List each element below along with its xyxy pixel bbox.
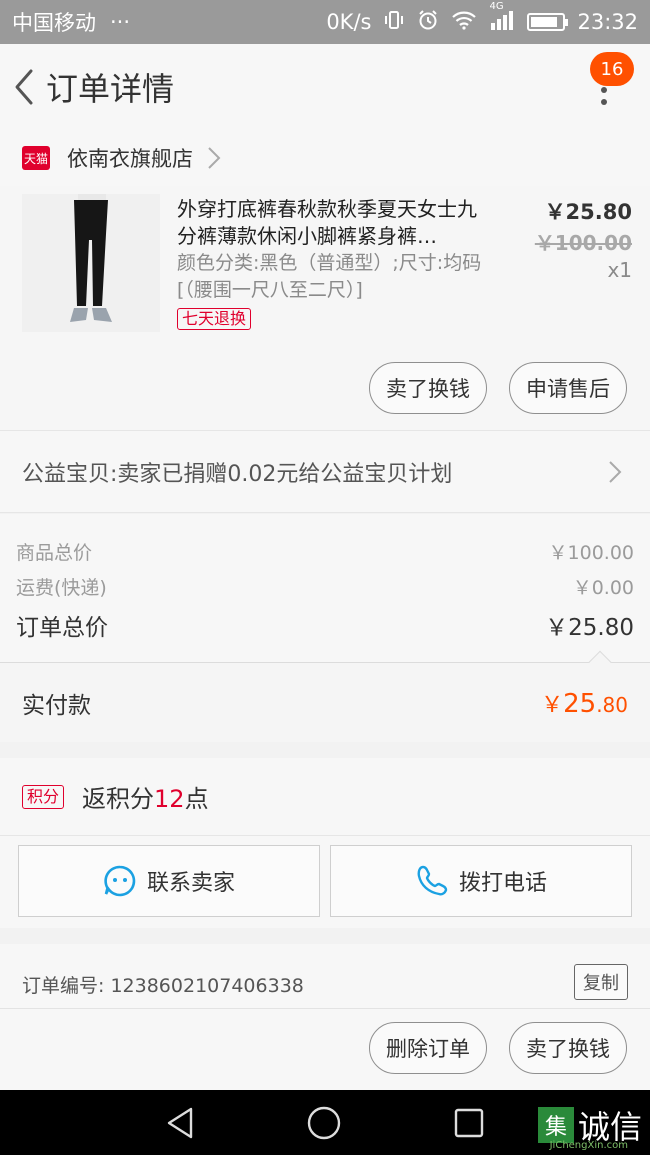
call-phone-button[interactable]: 拨打电话 xyxy=(330,845,632,917)
shop-name: 依南衣旗舰店 xyxy=(67,147,193,171)
back-triangle-icon[interactable] xyxy=(165,1106,195,1140)
chevron-left-icon xyxy=(15,69,33,105)
wifi-icon xyxy=(451,10,477,35)
order-number-label: 订单编号: xyxy=(22,975,105,997)
recents-square-icon[interactable] xyxy=(453,1107,485,1139)
summary-value: ￥25.80 xyxy=(545,615,634,641)
actual-payment-label: 实付款 xyxy=(22,692,91,719)
status-dots: ··· xyxy=(110,10,131,34)
shop-row[interactable]: 天猫 依南衣旗舰店 xyxy=(0,130,650,186)
payment-decimal: .80 xyxy=(596,692,628,717)
page-title: 订单详情 xyxy=(46,70,175,108)
carrier-label: 中国移动 xyxy=(12,11,96,35)
watermark-subtext: JiChengXin.com xyxy=(549,1140,628,1151)
product-quantity: x1 xyxy=(607,258,632,282)
product-price: ￥25.80 xyxy=(544,200,632,224)
summary-label: 运费(快递) xyxy=(16,577,107,599)
actual-payment-row: 实付款 ￥25.80 xyxy=(0,650,650,742)
chat-face-icon xyxy=(104,865,136,897)
summary-row-goods: 商品总价 ￥100.00 xyxy=(16,538,634,565)
currency-symbol: ￥ xyxy=(541,692,564,718)
points-prefix: 返积分 xyxy=(82,785,155,813)
product-title[interactable]: 外穿打底裤春秋款秋季夏天女士九分裤薄款休闲小脚裤紧身裤… xyxy=(177,196,495,250)
summary-row-shipping: 运费(快递) ￥0.00 xyxy=(16,573,634,600)
summary-value: ￥0.00 xyxy=(572,577,634,599)
clock: 23:32 xyxy=(577,10,638,34)
resell-button[interactable]: 卖了换钱 xyxy=(369,362,487,414)
resell-button-bottom[interactable]: 卖了换钱 xyxy=(509,1022,627,1074)
signal-icon: 4G xyxy=(489,1,515,36)
after-sale-button[interactable]: 申请售后 xyxy=(509,362,627,414)
notification-badge: 16 xyxy=(590,52,634,86)
summary-value: ￥100.00 xyxy=(548,542,634,564)
seven-day-return-badge: 七天退换 xyxy=(177,308,252,330)
black-leggings-image xyxy=(22,194,160,332)
back-button[interactable] xyxy=(2,44,46,130)
product-card: 外穿打底裤春秋款秋季夏天女士九分裤薄款休闲小脚裤紧身裤… 颜色分类:黑色（普通型… xyxy=(0,186,650,430)
tmall-logo-text: 天猫 xyxy=(23,151,48,166)
summary-label: 商品总价 xyxy=(16,542,93,564)
points-row: 积分 返积分12点 xyxy=(0,758,650,836)
product-thumbnail[interactable] xyxy=(22,194,160,332)
home-circle-icon[interactable] xyxy=(306,1105,342,1141)
chevron-right-icon xyxy=(208,147,221,169)
points-suffix: 点 xyxy=(184,785,209,813)
summary-label: 订单总价 xyxy=(16,615,108,641)
contact-buttons: 联系卖家 拨打电话 xyxy=(0,836,650,928)
actual-payment-value: ￥25.80 xyxy=(541,687,628,719)
phone-icon xyxy=(417,865,448,896)
battery-icon xyxy=(527,13,569,31)
payment-integer: 25 xyxy=(563,688,597,719)
order-number: 订单编号: 1238602107406338 xyxy=(22,971,304,998)
tmall-logo-icon: 天猫 xyxy=(22,146,50,170)
divider xyxy=(0,1008,650,1009)
order-info: 订单编号: 1238602107406338 复制 删除订单 卖了换钱 xyxy=(0,944,650,1090)
points-text: 返积分12点 xyxy=(82,779,209,814)
summary-row-total: 订单总价 ￥25.80 xyxy=(16,608,634,642)
contact-seller-button[interactable]: 联系卖家 xyxy=(18,845,320,917)
contact-seller-label: 联系卖家 xyxy=(146,871,235,896)
watermark-box: 集 xyxy=(537,1107,574,1143)
order-number-value: 1238602107406338 xyxy=(110,975,304,997)
points-number: 12 xyxy=(154,785,185,813)
charity-row[interactable]: 公益宝贝:卖家已捐赠0.02元给公益宝贝计划 xyxy=(0,430,650,513)
copy-button[interactable]: 复制 xyxy=(574,964,628,1000)
call-phone-label: 拨打电话 xyxy=(458,871,547,896)
delete-order-button[interactable]: 删除订单 xyxy=(369,1022,487,1074)
network-type: 4G xyxy=(489,0,504,12)
price-summary: 商品总价 ￥100.00 运费(快递) ￥0.00 订单总价 ￥25.80 xyxy=(0,514,650,662)
charity-text: 公益宝贝:卖家已捐赠0.02元给公益宝贝计划 xyxy=(22,461,453,487)
navigation-bar: 订单详情 16 xyxy=(0,44,650,130)
network-speed: 0K/s xyxy=(326,10,372,34)
product-original-price: ￥100.00 xyxy=(534,231,632,255)
product-attributes: 颜色分类:黑色（普通型）;尺寸:均码[（腰围一尺八至二尺）] xyxy=(177,252,482,301)
alarm-icon xyxy=(417,9,439,36)
status-bar: 中国移动 ··· 0K/s 4G 23:32 xyxy=(0,0,650,44)
chevron-right-icon xyxy=(609,460,622,483)
vibrate-icon xyxy=(383,9,405,36)
battery-level xyxy=(531,17,558,27)
points-badge: 积分 xyxy=(22,784,65,809)
